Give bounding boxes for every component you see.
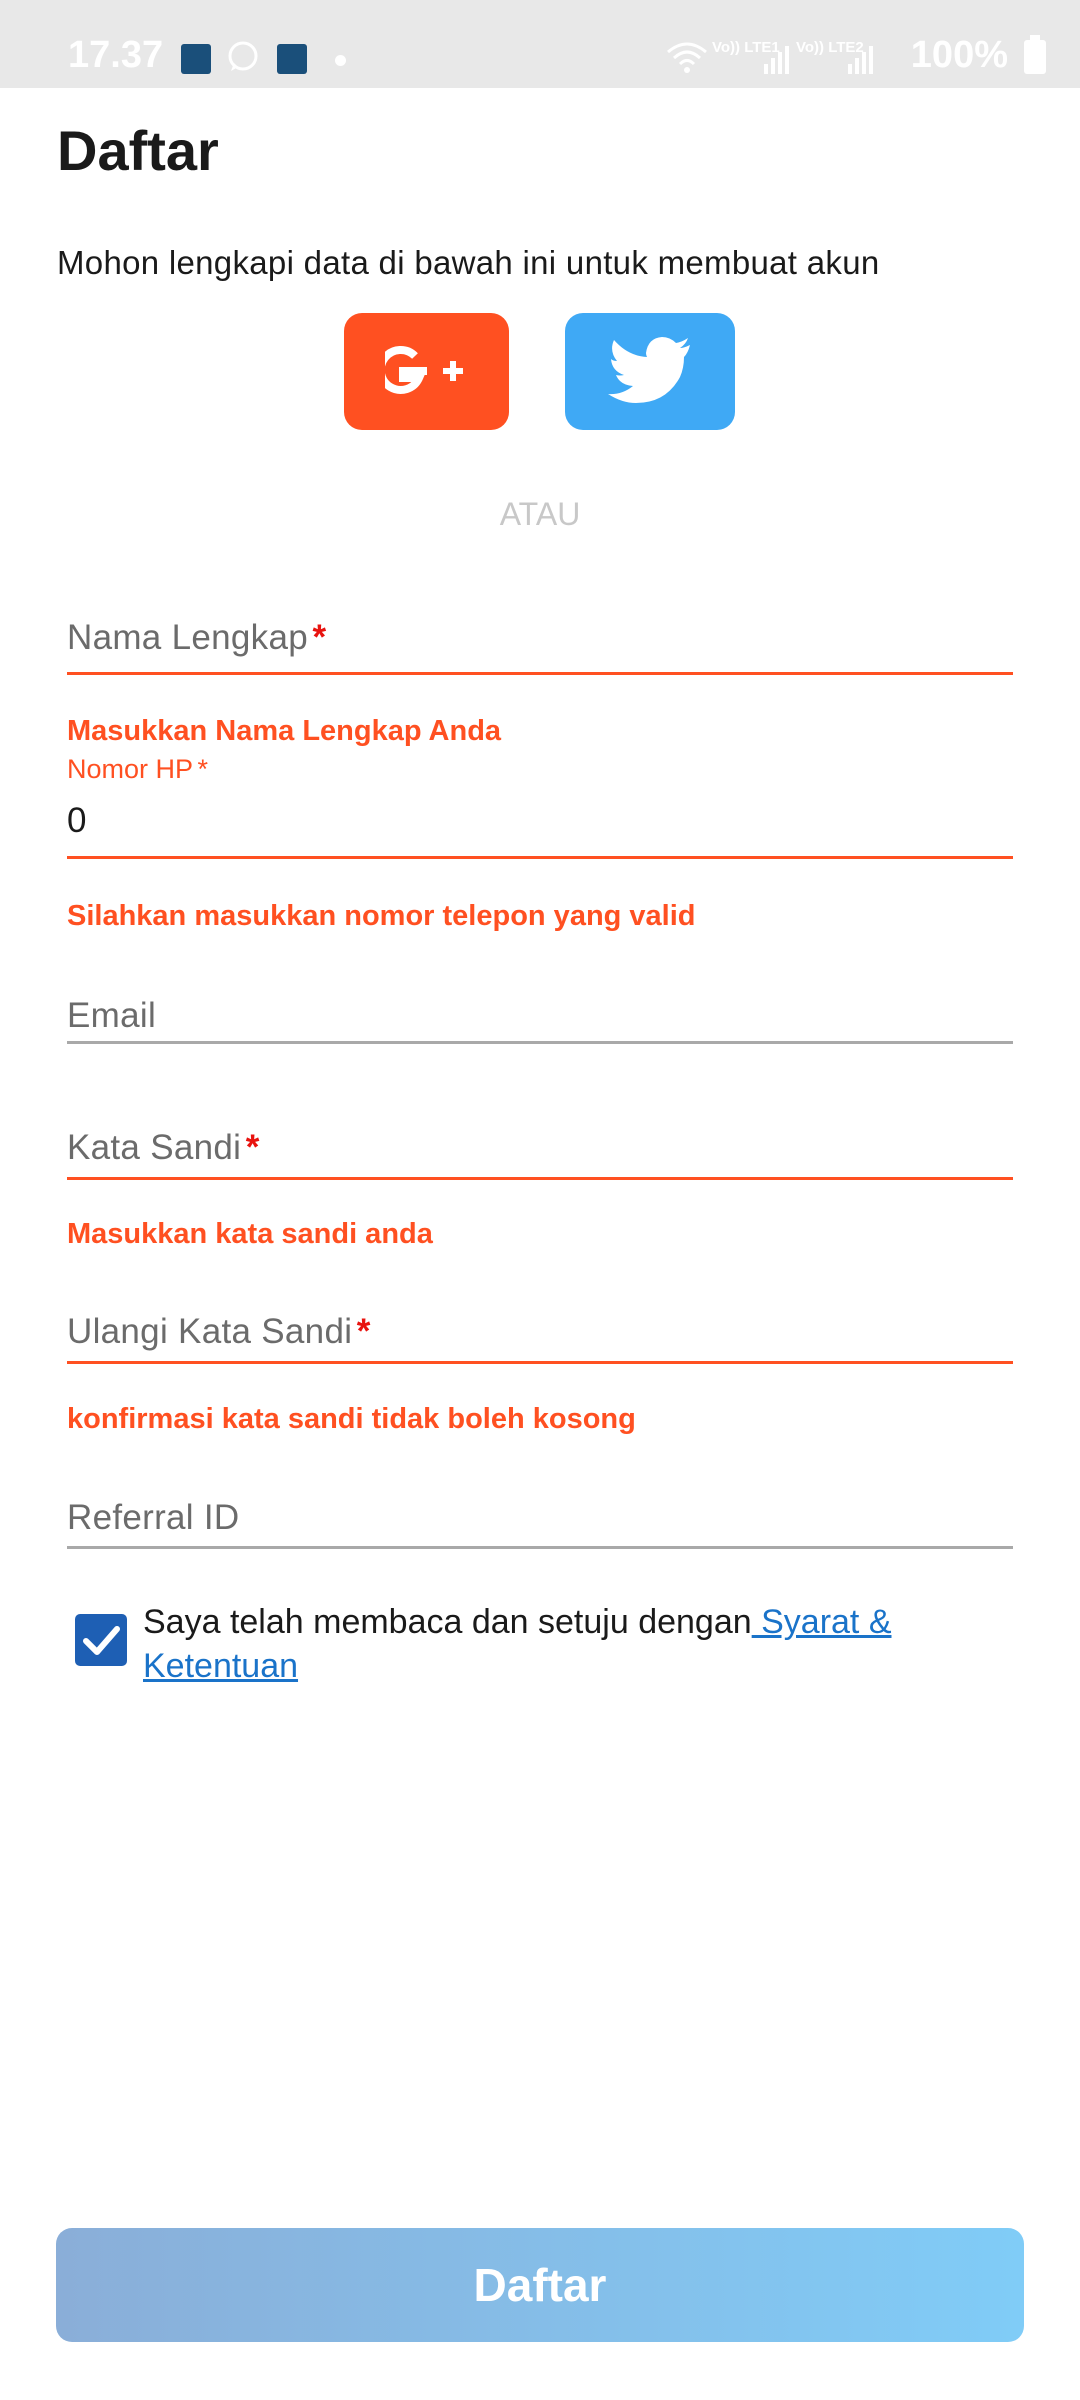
wifi-icon [666, 40, 708, 79]
password-error: Masukkan kata sandi anda [67, 1218, 433, 1250]
checkmark-icon [83, 1626, 120, 1655]
google-signup-button[interactable] [344, 313, 509, 430]
register-submit-button[interactable]: Daftar [56, 2228, 1024, 2342]
twitter-icon [565, 313, 735, 430]
app-notification-icon [181, 44, 211, 74]
phone-underline [67, 856, 1013, 859]
status-bar: 17.37 Vo)) LTE1 Vo)) LTE2 100% [0, 0, 1080, 88]
confirm-password-underline [67, 1361, 1013, 1364]
phone-floating-label: Nomor HP * [67, 754, 1013, 785]
full-name-underline [67, 672, 1013, 675]
page-subtitle: Mohon lengkapi data di bawah ini untuk m… [57, 244, 880, 281]
required-mark: * [312, 618, 327, 657]
password-underline [67, 1177, 1013, 1180]
signal-icon [762, 44, 790, 74]
full-name-label: Nama Lengkap [67, 618, 308, 657]
password-field[interactable]: Kata Sandi * [67, 1128, 1013, 1180]
battery-icon [1024, 35, 1046, 74]
email-label: Email [67, 996, 157, 1035]
phone-label: Nomor HP [67, 754, 194, 784]
full-name-field[interactable]: Nama Lengkap * [67, 618, 1013, 678]
phone-error: Silahkan masukkan nomor telepon yang val… [67, 900, 696, 932]
whatsapp-icon [226, 40, 260, 74]
confirm-password-error: konfirmasi kata sandi tidak boleh kosong [67, 1403, 636, 1435]
app-notification-icon [277, 44, 307, 74]
terms-text: Saya telah membaca dan setuju dengan [143, 1603, 752, 1641]
page-title: Daftar [57, 119, 219, 182]
confirm-password-field[interactable]: Ulangi Kata Sandi * [67, 1312, 1013, 1364]
full-name-error: Masukkan Nama Lengkap Anda [67, 715, 502, 747]
terms-text-block: Saya telah membaca dan setuju dengan Sya… [143, 1600, 943, 1688]
confirm-password-label: Ulangi Kata Sandi [67, 1312, 353, 1351]
twitter-signup-button[interactable] [565, 313, 735, 430]
phone-field[interactable]: Nomor HP * 0 [67, 754, 1013, 860]
required-mark: * [356, 1312, 371, 1351]
email-field[interactable]: Email [67, 996, 1013, 1048]
required-mark: * [197, 754, 208, 784]
or-divider-label: ATAU [499, 496, 581, 532]
referral-label: Referral ID [67, 1498, 240, 1537]
email-underline [67, 1041, 1013, 1044]
terms-checkbox[interactable] [75, 1614, 127, 1666]
status-time: 17.37 [68, 34, 164, 76]
signal-icon [846, 44, 874, 74]
required-mark: * [245, 1128, 260, 1167]
battery-percent: 100% [910, 34, 1008, 76]
referral-field[interactable]: Referral ID [67, 1498, 1013, 1550]
password-label: Kata Sandi [67, 1128, 242, 1167]
phone-value: 0 [67, 801, 87, 840]
google-plus-icon [344, 313, 509, 430]
more-notifications-icon [335, 55, 346, 66]
referral-underline [67, 1546, 1013, 1549]
